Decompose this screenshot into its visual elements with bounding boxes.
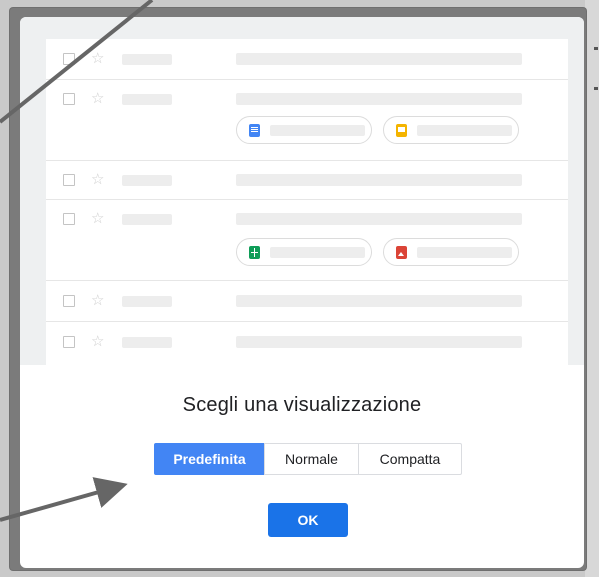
arrow-top: [0, 0, 154, 124]
arrow-bottom: [0, 477, 128, 522]
annotation-arrows: [0, 0, 154, 522]
